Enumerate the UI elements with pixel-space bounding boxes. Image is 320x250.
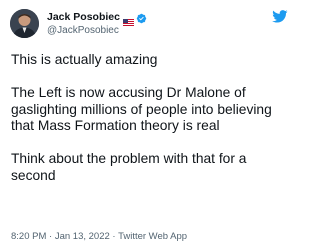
tweet-source: Twitter Web App — [118, 231, 188, 242]
twitter-bird-icon[interactable] — [272, 10, 288, 23]
us-flag-icon — [122, 13, 134, 26]
tweet-card: Jack Posobiec @JackPosobiec This is actu… — [0, 0, 300, 250]
avatar[interactable] — [10, 9, 39, 38]
tweet-paragraph: The Left is now accusing Dr Malone of ga… — [11, 85, 272, 133]
tweet-date[interactable]: Jan 13, 2022 — [55, 231, 110, 242]
author-name-row: Jack Posobiec — [47, 9, 147, 26]
author-display-name[interactable]: Jack Posobiec — [47, 11, 120, 23]
tweet-time[interactable]: 8:20 PM — [11, 231, 46, 242]
author-handle[interactable]: @JackPosobiec — [47, 25, 119, 36]
verified-badge-icon — [136, 11, 147, 24]
tweet-paragraph: This is actually amazing — [11, 52, 158, 67]
tweet-body: This is actually amazing The Left is now… — [11, 52, 293, 184]
tweet-metadata: 8:20 PM · Jan 13, 2022 · Twitter Web App — [11, 231, 187, 242]
separator: · — [46, 231, 55, 242]
tweet-paragraph: Think about the problem with that for a … — [11, 151, 247, 183]
avatar-image — [10, 9, 39, 38]
separator: · — [109, 231, 119, 242]
